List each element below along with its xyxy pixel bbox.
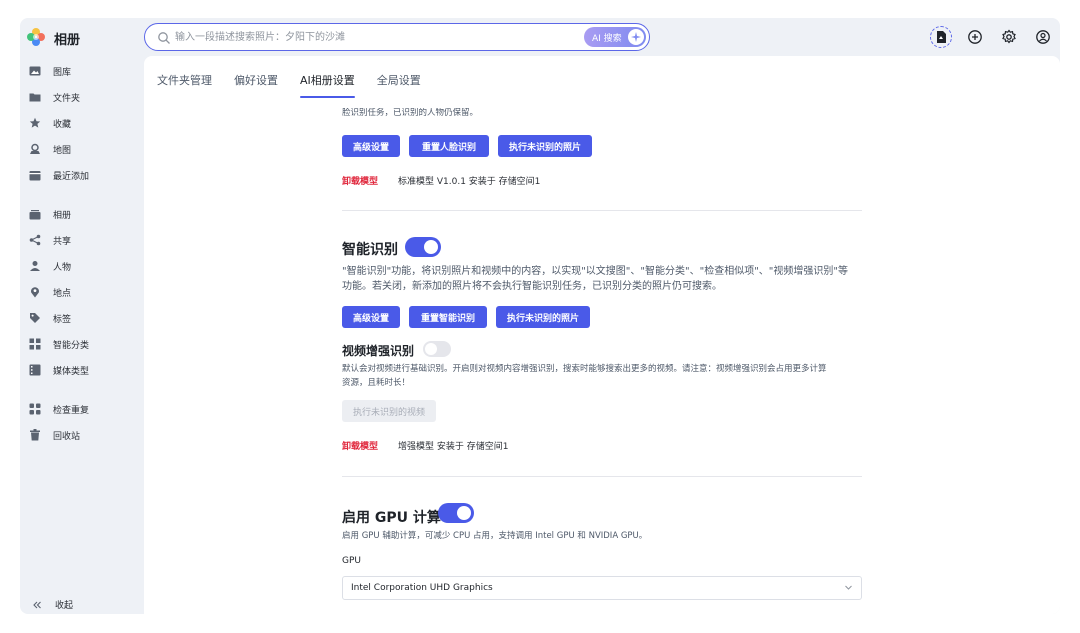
toggle-knob [457, 506, 471, 520]
sidebar-item-label: 相册 [53, 210, 72, 221]
sidebar-item-label: 收藏 [53, 119, 72, 130]
smart-recognition-toggle[interactable] [405, 237, 441, 257]
sidebar-item-recent[interactable]: 最近添加 [28, 166, 89, 184]
sidebar-item-label: 检查重复 [53, 405, 90, 416]
trash-icon [28, 429, 41, 442]
face-model-info: 标准模型 V1.0.1 安装于 存储空间1 [398, 177, 541, 187]
sparkle-icon [628, 29, 644, 45]
divider [342, 210, 862, 211]
settings-icon[interactable] [998, 26, 1020, 48]
gpu-select[interactable]: Intel Corporation UHD Graphics [342, 576, 862, 600]
search-icon [157, 30, 171, 44]
star-icon [28, 117, 41, 130]
add-icon[interactable] [964, 26, 986, 48]
sidebar-item-label: 共享 [53, 236, 72, 247]
sidebar-item-people[interactable]: 人物 [28, 257, 71, 275]
search-bar[interactable]: AI 搜索 [144, 23, 650, 51]
video-enhanced-desc-2: 资源，且耗时长！ [342, 378, 411, 388]
settings-panel: 文件夹管理 偏好设置 AI相册设置 全局设置 脸识别任务，已识别的人物仍保留。 … [144, 56, 1060, 614]
reset-face-recognition-button[interactable]: 重置人脸识别 [409, 135, 489, 157]
sidebar-item-trash[interactable]: 回收站 [28, 426, 80, 444]
app-title: 相册 [54, 33, 81, 48]
sidebar-item-media-types[interactable]: 媒体类型 [28, 361, 89, 379]
share-icon [28, 234, 41, 247]
ai-search-label: AI 搜索 [592, 33, 622, 44]
sidebar-item-favorites[interactable]: 收藏 [28, 114, 71, 132]
smart-recognition-desc-1: "智能识别"功能，将识别照片和视频中的内容，以实现"以文搜图"、"智能分类"、"… [342, 266, 848, 277]
duplicate-icon [28, 403, 41, 416]
face-unload-model-link[interactable]: 卸载模型 [342, 174, 378, 187]
chevron-down-icon [844, 583, 853, 595]
sidebar-item-label: 文件夹 [53, 93, 81, 104]
video-enhanced-title: 视频增强识别 [342, 344, 415, 358]
sidebar-item-gallery[interactable]: 图库 [28, 62, 71, 80]
sidebar-item-folder[interactable]: 文件夹 [28, 88, 80, 106]
tab-folder-management[interactable]: 文件夹管理 [157, 72, 212, 98]
tab-preferences[interactable]: 偏好设置 [234, 72, 278, 98]
sidebar-collapse-button[interactable]: 收起 [30, 598, 73, 611]
video-enhanced-desc-1: 默认会对视频进行基础识别。开启则对视频内容增强识别，搜索时能够搜索出更多的视频。… [342, 364, 827, 374]
sidebar-item-map[interactable]: 地图 [28, 140, 71, 158]
divider [342, 476, 862, 477]
gpu-desc: 启用 GPU 辅助计算，可减少 CPU 占用，支持调用 Intel GPU 和 … [342, 531, 648, 541]
location-icon [28, 286, 41, 299]
smart-recognition-desc-2: 功能。若关闭，新添加的照片将不会执行智能识别任务，已识别分类的照片仍可搜索。 [342, 281, 722, 292]
sidebar: 图库 文件夹 收藏 地图 最近添加 相册 共享 人物 地点 标签 智能分类 媒体… [20, 56, 144, 614]
face-run-unrecognized-button[interactable]: 执行未识别的照片 [498, 135, 592, 157]
user-icon[interactable] [1032, 26, 1054, 48]
app-window: 相册 AI 搜索 [20, 18, 1060, 614]
top-actions [930, 26, 1054, 48]
sidebar-item-label: 媒体类型 [53, 366, 90, 377]
film-icon [28, 364, 41, 377]
sidebar-item-duplicates[interactable]: 检查重复 [28, 400, 89, 418]
face-advanced-settings-button[interactable]: 高级设置 [342, 135, 400, 157]
person-icon [28, 260, 41, 273]
chevrons-left-icon [30, 598, 43, 611]
smart-run-unrecognized-button[interactable]: 执行未识别的照片 [496, 306, 590, 328]
sidebar-item-smart-categories[interactable]: 智能分类 [28, 335, 89, 353]
sidebar-item-share[interactable]: 共享 [28, 231, 71, 249]
ai-search-button[interactable]: AI 搜索 [584, 27, 646, 47]
gpu-toggle[interactable] [438, 503, 474, 523]
smart-model-info: 增强模型 安装于 存储空间1 [398, 442, 509, 452]
toggle-knob [425, 343, 437, 355]
sidebar-item-label: 回收站 [53, 431, 81, 442]
sidebar-item-label: 地点 [53, 288, 72, 299]
search-input[interactable] [175, 28, 575, 46]
app-logo-icon [26, 27, 46, 47]
sidebar-item-label: 地图 [53, 145, 72, 156]
sidebar-item-label: 标签 [53, 314, 72, 325]
file-icon[interactable] [930, 26, 952, 48]
sidebar-item-label: 图库 [53, 67, 72, 78]
top-bar: 相册 AI 搜索 [20, 18, 1060, 56]
smart-advanced-settings-button[interactable]: 高级设置 [342, 306, 400, 328]
run-unrecognized-videos-button[interactable]: 执行未识别的视频 [342, 400, 436, 422]
sidebar-item-label: 最近添加 [53, 171, 90, 182]
grid-icon [28, 338, 41, 351]
smart-recognition-title: 智能识别 [342, 242, 398, 258]
photo-icon [28, 65, 41, 78]
collapse-label: 收起 [55, 601, 74, 611]
face-partial-desc: 脸识别任务，已识别的人物仍保留。 [342, 108, 479, 118]
settings-content[interactable]: 脸识别任务，已识别的人物仍保留。 高级设置 重置人脸识别 执行未识别的照片 卸载… [342, 56, 864, 614]
sidebar-item-tags[interactable]: 标签 [28, 309, 71, 327]
recent-icon [28, 169, 41, 182]
map-icon [28, 143, 41, 156]
gpu-title: 启用 GPU 计算 [342, 510, 441, 526]
sidebar-item-label: 人物 [53, 262, 72, 273]
smart-unload-model-link[interactable]: 卸载模型 [342, 439, 378, 452]
gpu-field-label: GPU [342, 556, 361, 566]
video-enhanced-toggle[interactable] [423, 341, 451, 357]
tag-icon [28, 312, 41, 325]
reset-smart-recognition-button[interactable]: 重置智能识别 [409, 306, 487, 328]
toggle-knob [424, 240, 438, 254]
sidebar-item-places[interactable]: 地点 [28, 283, 71, 301]
gpu-select-value: Intel Corporation UHD Graphics [351, 583, 493, 593]
sidebar-item-albums[interactable]: 相册 [28, 205, 71, 223]
folder-icon [28, 91, 41, 104]
album-icon [28, 208, 41, 221]
sidebar-item-label: 智能分类 [53, 340, 90, 351]
